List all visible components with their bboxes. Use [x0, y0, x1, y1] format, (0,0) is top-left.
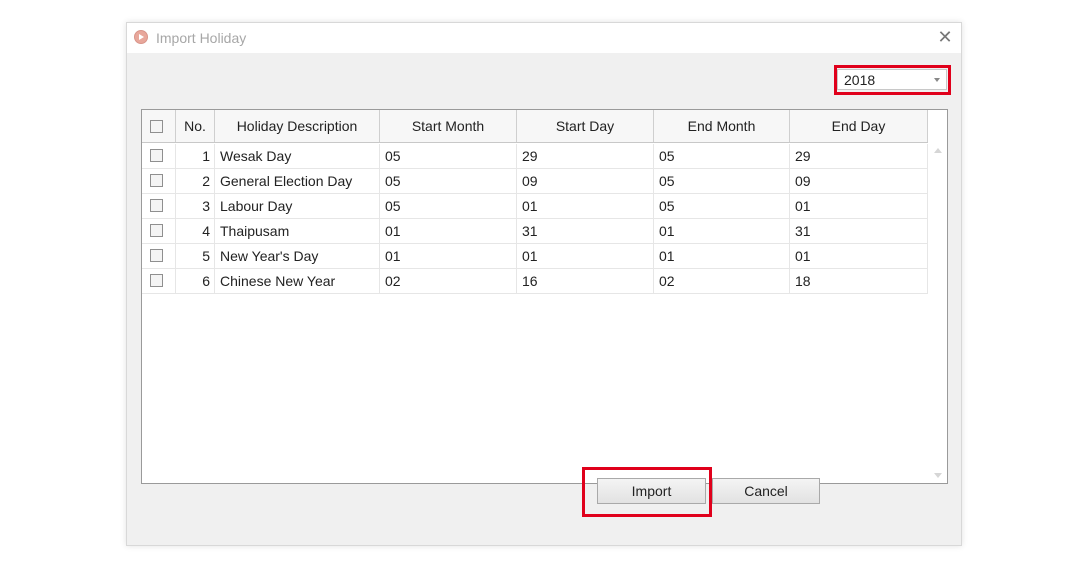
cell-description: Wesak Day: [215, 144, 380, 169]
cell-end-month: 05: [654, 169, 790, 194]
scroll-up-icon[interactable]: [934, 148, 942, 153]
header-no[interactable]: No.: [176, 110, 215, 142]
cell-description: General Election Day: [215, 169, 380, 194]
cell-start-month: 01: [380, 219, 517, 244]
header-start-day[interactable]: Start Day: [517, 110, 654, 142]
cell-description: Chinese New Year: [215, 269, 380, 294]
cell-end-month: 01: [654, 244, 790, 269]
cell-end-month: 05: [654, 194, 790, 219]
cell-end-day: 09: [790, 169, 928, 194]
table-row[interactable]: 4 Thaipusam 01 31 01 31: [142, 219, 928, 244]
window-title: Import Holiday: [156, 30, 247, 46]
chevron-down-icon: [934, 78, 940, 82]
cell-end-month: 01: [654, 219, 790, 244]
cell-end-day: 31: [790, 219, 928, 244]
cell-start-day: 29: [517, 144, 654, 169]
cell-end-day: 01: [790, 194, 928, 219]
row-checkbox[interactable]: [150, 249, 163, 262]
table-header: No. Holiday Description Start Month Star…: [142, 110, 928, 143]
cell-no: 5: [176, 244, 215, 269]
cell-no: 4: [176, 219, 215, 244]
cell-start-month: 01: [380, 244, 517, 269]
cell-start-day: 01: [517, 244, 654, 269]
cell-start-month: 05: [380, 194, 517, 219]
header-end-day[interactable]: End Day: [790, 110, 928, 142]
cell-start-month: 05: [380, 169, 517, 194]
row-checkbox[interactable]: [150, 199, 163, 212]
row-checkbox-cell: [142, 169, 176, 194]
cell-description: Labour Day: [215, 194, 380, 219]
import-button[interactable]: Import: [597, 478, 706, 504]
cell-end-day: 01: [790, 244, 928, 269]
cell-description: New Year's Day: [215, 244, 380, 269]
row-checkbox[interactable]: [150, 174, 163, 187]
row-checkbox-cell: [142, 269, 176, 294]
table-row[interactable]: 1 Wesak Day 05 29 05 29: [142, 144, 928, 169]
year-dropdown-value: 2018: [844, 72, 876, 88]
import-holiday-dialog: Import Holiday ✕ 2018 No. Holiday Descri…: [126, 22, 962, 546]
cell-start-month: 02: [380, 269, 517, 294]
cell-no: 3: [176, 194, 215, 219]
title-bar: Import Holiday ✕: [127, 23, 961, 53]
row-checkbox[interactable]: [150, 224, 163, 237]
scroll-down-icon[interactable]: [934, 473, 942, 478]
row-checkbox-cell: [142, 144, 176, 169]
cell-start-day: 01: [517, 194, 654, 219]
table-row[interactable]: 3 Labour Day 05 01 05 01: [142, 194, 928, 219]
vertical-scrollbar[interactable]: [928, 143, 947, 483]
row-checkbox-cell: [142, 194, 176, 219]
header-start-month[interactable]: Start Month: [380, 110, 517, 142]
header-end-month[interactable]: End Month: [654, 110, 790, 142]
cell-no: 6: [176, 269, 215, 294]
cell-start-month: 05: [380, 144, 517, 169]
app-icon: [134, 30, 148, 44]
cell-no: 2: [176, 169, 215, 194]
table-row[interactable]: 5 New Year's Day 01 01 01 01: [142, 244, 928, 269]
select-all-checkbox[interactable]: [150, 120, 163, 133]
cell-end-month: 02: [654, 269, 790, 294]
cancel-button[interactable]: Cancel: [712, 478, 820, 504]
header-description[interactable]: Holiday Description: [215, 110, 380, 142]
table-row[interactable]: 2 General Election Day 05 09 05 09: [142, 169, 928, 194]
holiday-table: No. Holiday Description Start Month Star…: [141, 109, 948, 484]
close-icon[interactable]: ✕: [935, 26, 955, 48]
cell-start-day: 09: [517, 169, 654, 194]
row-checkbox-cell: [142, 244, 176, 269]
cell-no: 1: [176, 144, 215, 169]
row-checkbox[interactable]: [150, 274, 163, 287]
cell-start-day: 31: [517, 219, 654, 244]
cell-description: Thaipusam: [215, 219, 380, 244]
cell-end-day: 29: [790, 144, 928, 169]
header-select-all: [142, 110, 176, 142]
table-row[interactable]: 6 Chinese New Year 02 16 02 18: [142, 269, 928, 294]
cell-end-month: 05: [654, 144, 790, 169]
cell-end-day: 18: [790, 269, 928, 294]
cell-start-day: 16: [517, 269, 654, 294]
row-checkbox-cell: [142, 219, 176, 244]
year-dropdown[interactable]: 2018: [837, 69, 947, 90]
row-checkbox[interactable]: [150, 149, 163, 162]
